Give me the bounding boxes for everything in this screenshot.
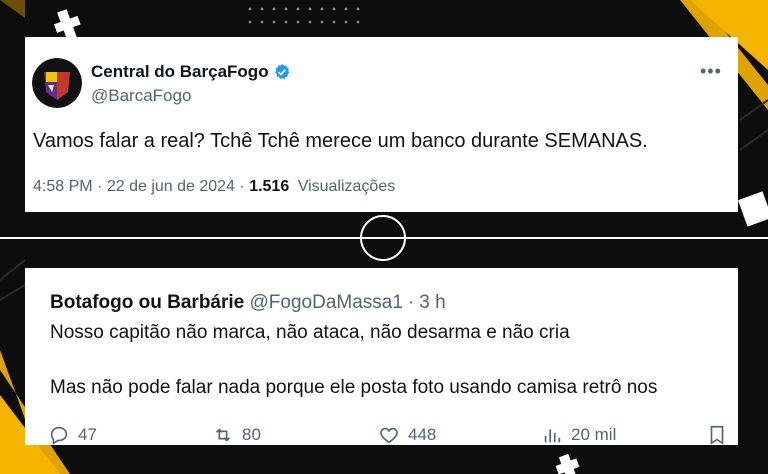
- views-count: 1.516: [249, 178, 290, 195]
- tweet-meta: 4:58 PM · 22 de jun de 2024 · 1.516 Visu…: [33, 178, 396, 195]
- reply-separator: ·: [407, 292, 415, 313]
- author-handle[interactable]: @BarcaFogo: [91, 86, 191, 106]
- reply-text-line-2: Mas não pode falar nada porque ele posta…: [50, 377, 658, 398]
- bookmark-button[interactable]: [706, 424, 736, 446]
- retweet-button[interactable]: 80: [212, 424, 261, 446]
- views-chart-icon: [544, 429, 561, 443]
- tweet-text: Vamos falar a real? Tchê Tchê merece um …: [33, 130, 648, 152]
- retweet-icon: [215, 428, 231, 442]
- author-row: Central do BarçaFogo: [91, 62, 291, 82]
- heart-icon: [380, 427, 398, 444]
- reply-icon: [50, 426, 68, 445]
- center-circle: [360, 215, 406, 261]
- like-button[interactable]: 448: [378, 424, 436, 446]
- reply-author-name[interactable]: Botafogo ou Barbárie: [50, 292, 244, 313]
- views-button[interactable]: 20 mil: [541, 424, 616, 446]
- more-dots-icon[interactable]: •••: [700, 62, 722, 80]
- author-name[interactable]: Central do BarçaFogo: [91, 62, 269, 82]
- cross-decoration-bottom: [555, 453, 580, 474]
- dot-grid: [248, 7, 360, 24]
- tweet-time[interactable]: 4:58 PM: [33, 178, 93, 195]
- avatar[interactable]: [32, 58, 82, 108]
- retweet-count: 80: [242, 425, 261, 444]
- cross-decoration-right: [737, 191, 768, 227]
- reply-time[interactable]: 3 h: [419, 292, 445, 313]
- like-count: 448: [408, 425, 437, 444]
- reply-count: 47: [78, 425, 97, 444]
- reply-text-line-1: Nosso capitão não marca, não ataca, não …: [50, 322, 570, 343]
- views-label: Visualizações: [297, 178, 396, 195]
- verified-badge-icon: [274, 64, 289, 79]
- reply-header: Botafogo ou Barbárie @FogoDaMassa1 · 3 h: [50, 292, 446, 314]
- reply-button[interactable]: 47: [48, 424, 97, 446]
- tweet-date[interactable]: 22 de jun de 2024: [107, 178, 235, 195]
- reply-author-handle[interactable]: @FogoDaMassa1: [250, 292, 403, 313]
- views-count-reply: 20 mil: [571, 425, 617, 444]
- bookmark-icon: [710, 425, 724, 445]
- club-crest-icon: [32, 58, 82, 108]
